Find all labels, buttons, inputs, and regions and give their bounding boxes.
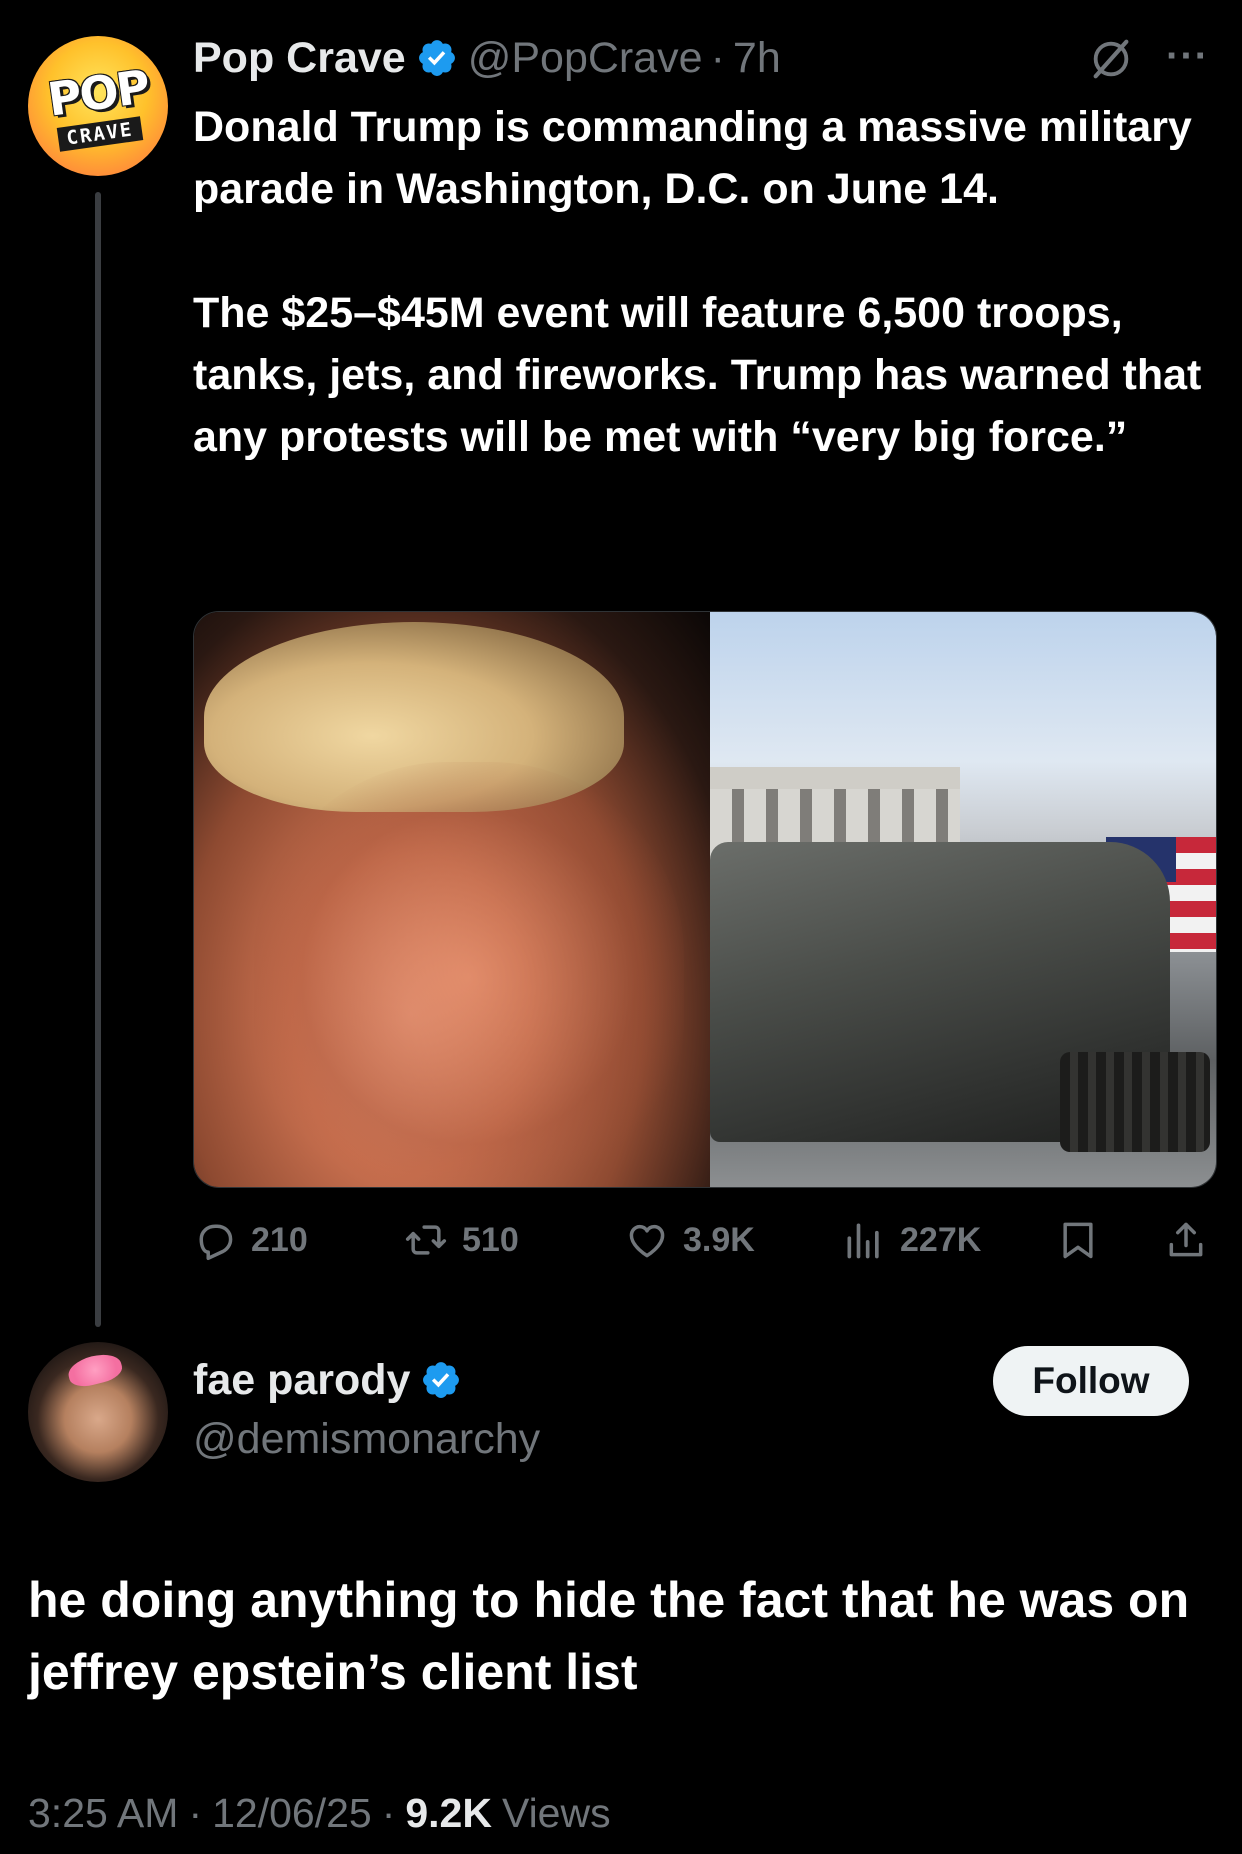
- portrait-face-shape: [254, 762, 684, 1187]
- reply-count: 210: [251, 1220, 308, 1259]
- avatar-pop-text: POP: [44, 59, 152, 127]
- tweet-media[interactable]: [193, 611, 1217, 1188]
- like-count: 3.9K: [683, 1220, 755, 1259]
- separator-dot: ·: [188, 1789, 203, 1836]
- fae-avatar[interactable]: [28, 1342, 168, 1482]
- post-time[interactable]: 7h: [733, 34, 781, 83]
- views-icon: [847, 1223, 879, 1259]
- follow-button[interactable]: Follow: [993, 1346, 1189, 1416]
- reply-text: he doing anything to hide the fact that …: [28, 1572, 1190, 1700]
- like-icon: [629, 1224, 665, 1258]
- reply-author-row: fae parody: [193, 1352, 472, 1408]
- repost-count: 510: [462, 1220, 519, 1259]
- media-image-tank[interactable]: [710, 612, 1216, 1187]
- reply-author-name[interactable]: fae parody: [193, 1356, 410, 1405]
- repost-icon: [405, 1225, 447, 1255]
- author-handle[interactable]: @PopCrave: [468, 34, 703, 83]
- post-timestamp[interactable]: 3:25 AM: [28, 1790, 178, 1837]
- thread-connector-line: [95, 192, 101, 1327]
- reply-action[interactable]: 210: [193, 1212, 308, 1268]
- views-label: Views: [501, 1789, 611, 1836]
- share-icon[interactable]: [1164, 1218, 1208, 1262]
- bookmark-icon[interactable]: [1056, 1218, 1100, 1262]
- vehicle-track-shape: [1060, 1052, 1210, 1152]
- views-action[interactable]: 227K: [842, 1212, 981, 1268]
- separator-dot: ·: [710, 33, 725, 82]
- reply-meta-row: 3:25 AM · 12/06/25 · 9.2K Views: [28, 1783, 611, 1843]
- avatar-bow-shape: [65, 1349, 125, 1391]
- verified-badge-icon: [418, 40, 455, 76]
- more-icon[interactable]: ···: [1166, 34, 1209, 79]
- like-action[interactable]: 3.9K: [625, 1212, 755, 1268]
- views-count: 227K: [900, 1220, 982, 1259]
- post-date[interactable]: 12/06/25: [212, 1790, 372, 1837]
- views-count-value: 9.2K: [405, 1789, 492, 1836]
- repost-action[interactable]: 510: [404, 1212, 519, 1268]
- author-name[interactable]: Pop Crave: [193, 34, 406, 83]
- verified-badge-icon: [423, 1362, 460, 1398]
- separator-dot: ·: [381, 1789, 396, 1836]
- reply-icon: [199, 1224, 233, 1261]
- reply-author-handle[interactable]: @demismonarchy: [193, 1415, 540, 1464]
- parent-tweet-header: Pop Crave @PopCrave · 7h: [193, 30, 781, 86]
- tweet-text: Donald Trump is commanding a massive mil…: [193, 103, 1202, 461]
- popcrave-avatar[interactable]: POP CRAVE: [28, 36, 168, 176]
- grok-icon[interactable]: [1088, 36, 1134, 82]
- media-image-portrait[interactable]: [194, 612, 710, 1187]
